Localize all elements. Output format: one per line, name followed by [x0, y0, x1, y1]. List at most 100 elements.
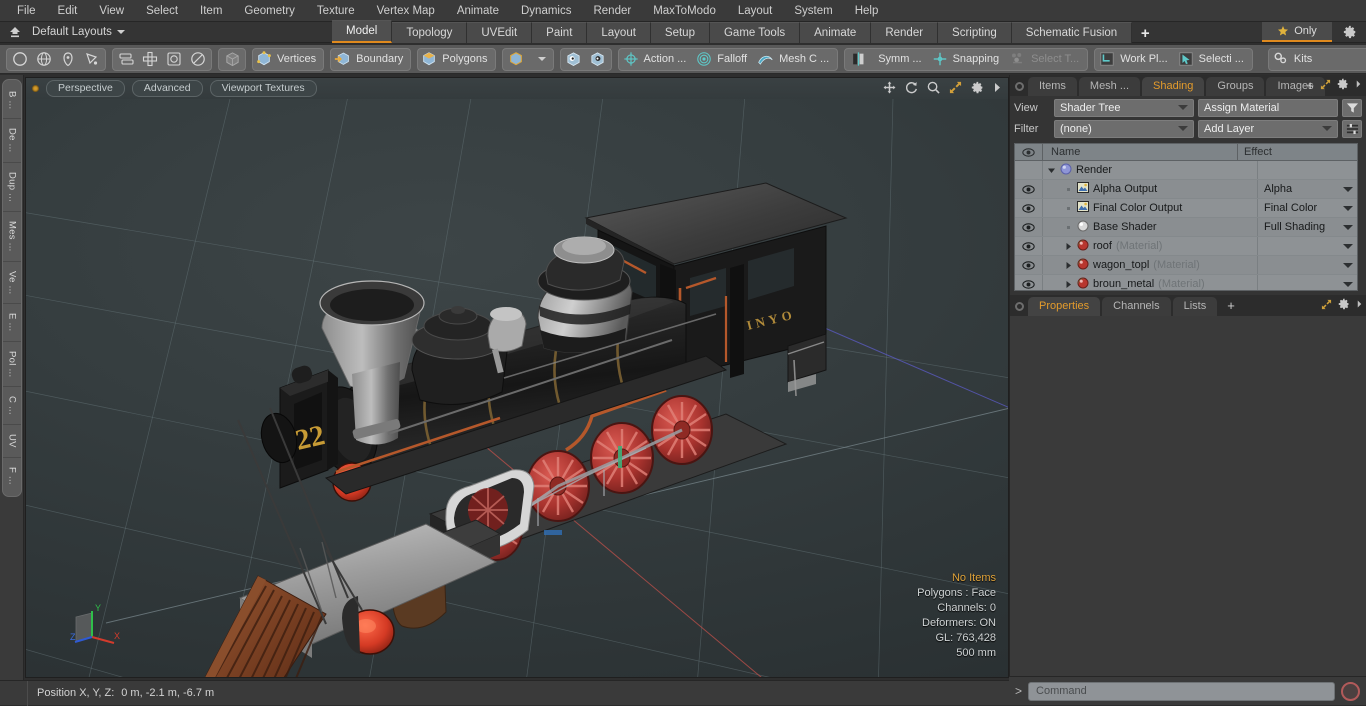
- move-icon[interactable]: [883, 81, 896, 97]
- menu-item-vertex-map[interactable]: Vertex Map: [366, 0, 446, 22]
- menu-item-maxtomodo[interactable]: MaxToModo: [642, 0, 727, 22]
- chevron-right-icon[interactable]: [1064, 242, 1073, 251]
- layout-tab-schematic-fusion[interactable]: Schematic Fusion: [1011, 22, 1133, 43]
- gear-icon[interactable]: [1338, 22, 1362, 42]
- chevron-right-icon[interactable]: [1356, 299, 1363, 312]
- home-up-icon[interactable]: [4, 23, 26, 42]
- only-toggle[interactable]: Only: [1262, 22, 1332, 42]
- layout-tab-topology[interactable]: Topology: [392, 22, 468, 43]
- kits-button[interactable]: Kits: [1267, 47, 1366, 71]
- layout-tab-layout[interactable]: Layout: [587, 22, 651, 43]
- falloff[interactable]: Falloff: [693, 48, 754, 71]
- gear-icon[interactable]: [971, 81, 984, 97]
- panel-tab-channels[interactable]: Channels: [1102, 297, 1171, 316]
- panel-tab-lists[interactable]: Lists: [1172, 297, 1218, 316]
- symmetry[interactable]: Symm ...: [870, 48, 928, 71]
- filter-icon[interactable]: [1342, 98, 1362, 117]
- radial-icon[interactable]: [186, 49, 210, 70]
- select-through[interactable]: Select T...: [1006, 48, 1086, 71]
- shader-tree-effect-cell[interactable]: Final Color: [1257, 199, 1357, 217]
- panel-tab-properties[interactable]: Properties: [1028, 297, 1101, 316]
- left-tool-tab-5[interactable]: E ...: [3, 304, 21, 342]
- shade-sphere-icon[interactable]: [562, 49, 586, 70]
- panel-tab-groups[interactable]: Groups: [1206, 77, 1265, 96]
- filter-select[interactable]: (none): [1054, 119, 1194, 138]
- shader-tree-row[interactable]: Alpha Output Alpha: [1015, 180, 1357, 199]
- left-tool-tab-2[interactable]: Dup ...: [3, 163, 21, 213]
- panel-menu-dot[interactable]: [1015, 82, 1024, 91]
- bevel-icon[interactable]: [162, 49, 186, 70]
- mode-vertices[interactable]: Vertices: [252, 47, 325, 71]
- menu-item-item[interactable]: Item: [189, 0, 233, 22]
- mirror-icon[interactable]: [114, 49, 138, 70]
- layout-tab-render[interactable]: Render: [871, 22, 939, 43]
- shader-tree-effect-cell[interactable]: Full Shading: [1257, 218, 1357, 236]
- chevron-down-icon[interactable]: [1343, 224, 1353, 230]
- left-tool-tab-9[interactable]: F ...: [3, 458, 21, 494]
- add-layout-tab-button[interactable]: +: [1132, 23, 1158, 43]
- globe-icon[interactable]: [32, 49, 56, 70]
- chevron-down-icon[interactable]: [528, 49, 552, 70]
- shader-tree-row[interactable]: Render: [1015, 161, 1357, 180]
- left-tool-tab-1[interactable]: De ...: [3, 119, 21, 163]
- shader-tree-row[interactable]: wagon_topl (Material): [1015, 256, 1357, 275]
- chevron-right-icon[interactable]: [1064, 261, 1073, 270]
- shader-tree-row[interactable]: broun_metal (Material): [1015, 275, 1357, 290]
- layout-name[interactable]: Default Layouts: [32, 26, 112, 38]
- shade-sphere-alt-icon[interactable]: [586, 49, 610, 70]
- zoom-icon[interactable]: [927, 81, 940, 97]
- properties-add-tab[interactable]: +: [1227, 298, 1235, 313]
- menu-item-dynamics[interactable]: Dynamics: [510, 0, 582, 22]
- rotate-icon[interactable]: [905, 81, 918, 97]
- chevron-down-icon[interactable]: [1047, 166, 1056, 175]
- menu-item-texture[interactable]: Texture: [306, 0, 366, 22]
- shader-tree-effect-cell[interactable]: [1257, 256, 1357, 274]
- eye-icon[interactable]: [1015, 218, 1043, 236]
- layout-tab-animate[interactable]: Animate: [800, 22, 872, 43]
- shader-tree-effect-cell[interactable]: [1257, 237, 1357, 255]
- chevron-down-icon[interactable]: [1343, 262, 1353, 268]
- viewport-chip-textures[interactable]: Viewport Textures: [209, 80, 317, 97]
- view-select[interactable]: Shader Tree: [1054, 98, 1194, 117]
- layout-tab-model[interactable]: Model: [332, 20, 393, 43]
- gear-icon[interactable]: [1338, 298, 1350, 313]
- panel-tab-items[interactable]: Items: [1028, 77, 1077, 96]
- snapping[interactable]: Snapping: [929, 48, 1007, 71]
- eye-icon[interactable]: [1015, 256, 1043, 274]
- work-plane[interactable]: Work Pl...: [1096, 48, 1174, 71]
- panel-tab-mesh[interactable]: Mesh ...: [1078, 77, 1141, 96]
- menu-item-select[interactable]: Select: [135, 0, 189, 22]
- circle-icon[interactable]: [8, 49, 32, 70]
- mesh-constraint[interactable]: Mesh C ...: [754, 48, 836, 71]
- chevron-down-icon[interactable]: [116, 30, 125, 34]
- eye-icon[interactable]: [1015, 237, 1043, 255]
- chevron-down-icon[interactable]: [1343, 186, 1353, 192]
- shader-tree-effect-cell[interactable]: [1257, 275, 1357, 290]
- left-tool-tab-7[interactable]: C ...: [3, 387, 21, 425]
- gear-icon[interactable]: [1337, 78, 1349, 93]
- properties-body[interactable]: [1010, 316, 1366, 676]
- shader-tree[interactable]: Name Effect Render Alpha Output Alpha Final…: [1014, 143, 1358, 291]
- panel-tab-shading[interactable]: Shading: [1142, 77, 1205, 96]
- viewport-chip-advanced[interactable]: Advanced: [131, 80, 203, 97]
- chevron-down-icon[interactable]: [1343, 205, 1353, 211]
- command-input[interactable]: Command: [1028, 681, 1335, 701]
- viewport-menu-dot[interactable]: [32, 85, 39, 92]
- shader-tree-effect-cell[interactable]: [1257, 161, 1357, 179]
- list-icon[interactable]: [1342, 119, 1362, 138]
- menu-item-view[interactable]: View: [88, 0, 135, 22]
- assign-material-button[interactable]: Assign Material: [1198, 98, 1338, 117]
- left-tool-tab-4[interactable]: Ve ...: [3, 262, 21, 305]
- menu-item-render[interactable]: Render: [582, 0, 642, 22]
- action-center[interactable]: Action ...: [620, 48, 694, 71]
- layout-tab-setup[interactable]: Setup: [650, 22, 710, 43]
- eye-icon[interactable]: [1015, 275, 1043, 290]
- viewport-chip-perspective[interactable]: Perspective: [46, 80, 125, 97]
- left-tool-tab-0[interactable]: B ...: [3, 82, 21, 120]
- layout-tab-game-tools[interactable]: Game Tools: [709, 22, 801, 43]
- cube-dropdown-icon[interactable]: [504, 49, 528, 70]
- layout-tab-paint[interactable]: Paint: [532, 22, 588, 43]
- menu-item-animate[interactable]: Animate: [446, 0, 510, 22]
- shader-tree-row[interactable]: roof (Material): [1015, 237, 1357, 256]
- layout-tab-scripting[interactable]: Scripting: [938, 22, 1012, 43]
